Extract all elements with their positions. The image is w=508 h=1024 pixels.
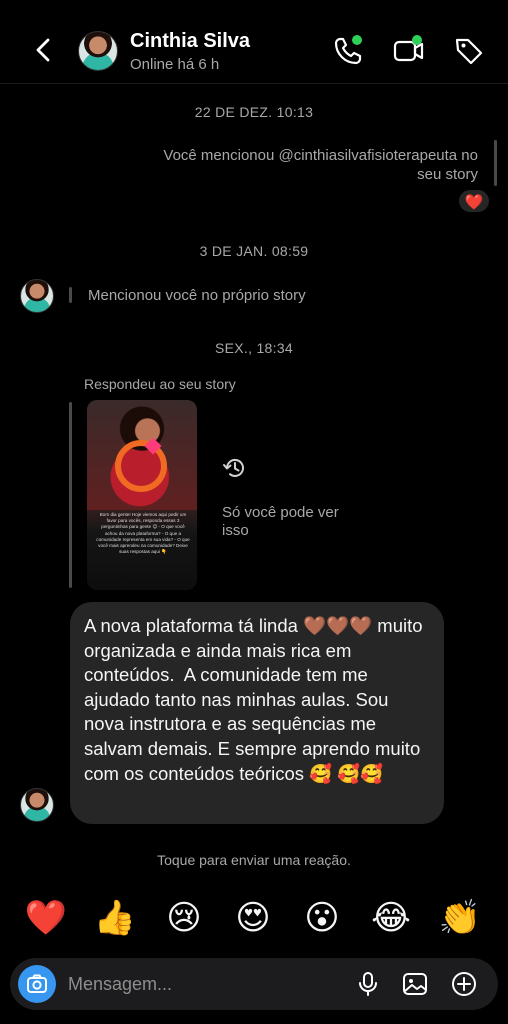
reaction-heart-eyes[interactable]: 😍 bbox=[231, 896, 275, 940]
reaction-heart[interactable]: ❤️ bbox=[24, 896, 68, 940]
story-card-text: Bom dia gente! Hoje viemos aqui pedir um… bbox=[96, 512, 190, 555]
reaction-crying[interactable]: 😢 bbox=[162, 896, 206, 940]
timestamp: 3 DE JAN. 08:59 bbox=[199, 243, 309, 259]
sent-mention-message[interactable]: Você mencionou @cinthiasilvafisioterapeu… bbox=[138, 146, 478, 184]
reaction-surprised[interactable]: 😮 bbox=[300, 896, 344, 940]
back-arrow-icon[interactable] bbox=[30, 36, 58, 64]
camera-button[interactable] bbox=[18, 965, 56, 1003]
story-mention-message[interactable]: Mencionou você no próprio story bbox=[88, 287, 306, 304]
reaction-hint: Toque para enviar uma reação. bbox=[157, 852, 351, 868]
tag-icon[interactable] bbox=[452, 34, 486, 68]
gallery-icon[interactable] bbox=[401, 970, 429, 998]
sender-avatar[interactable] bbox=[20, 788, 54, 822]
add-icon[interactable] bbox=[450, 970, 478, 998]
quick-reactions-bar: ❤️ 👍 😢 😍 😮 😂 👏 bbox=[0, 896, 508, 940]
chat-header: Cinthia Silva Online há 6 h bbox=[0, 0, 508, 84]
call-active-dot bbox=[352, 35, 362, 45]
quote-bar bbox=[494, 140, 497, 186]
message-composer bbox=[10, 958, 498, 1010]
reaction-thumbs-up[interactable]: 👍 bbox=[93, 896, 137, 940]
reaction-clapping[interactable]: 👏 bbox=[438, 896, 482, 940]
hidden-story-text: Só você pode ver isso bbox=[222, 504, 339, 539]
contact-name[interactable]: Cinthia Silva bbox=[130, 30, 250, 53]
message-text: A nova plataforma tá linda 🤎🤎🤎 muito org… bbox=[84, 615, 428, 784]
sender-avatar[interactable] bbox=[20, 279, 54, 313]
contact-status: Online há 6 h bbox=[130, 56, 220, 73]
microphone-icon[interactable] bbox=[354, 970, 382, 998]
reaction-laughing[interactable]: 😂 bbox=[369, 896, 413, 940]
timestamp: 22 DE DEZ. 10:13 bbox=[194, 104, 314, 120]
quote-bar bbox=[69, 287, 72, 303]
quote-bar bbox=[69, 402, 72, 588]
contact-avatar[interactable] bbox=[78, 31, 118, 71]
message-input[interactable] bbox=[68, 966, 338, 1002]
heart-reaction-badge[interactable]: ❤️ bbox=[457, 188, 491, 214]
received-message-bubble[interactable]: A nova plataforma tá linda 🤎🤎🤎 muito org… bbox=[70, 602, 444, 824]
camera-icon bbox=[27, 974, 47, 993]
timestamp: SEX., 18:34 bbox=[214, 340, 294, 356]
story-reply-label: Respondeu ao seu story bbox=[84, 376, 236, 392]
video-active-dot bbox=[412, 35, 422, 45]
history-icon bbox=[223, 459, 244, 477]
hidden-story-info: Só você pode ver isso bbox=[222, 455, 342, 540]
story-preview-card[interactable]: Bom dia gente! Hoje viemos aqui pedir um… bbox=[87, 400, 197, 590]
